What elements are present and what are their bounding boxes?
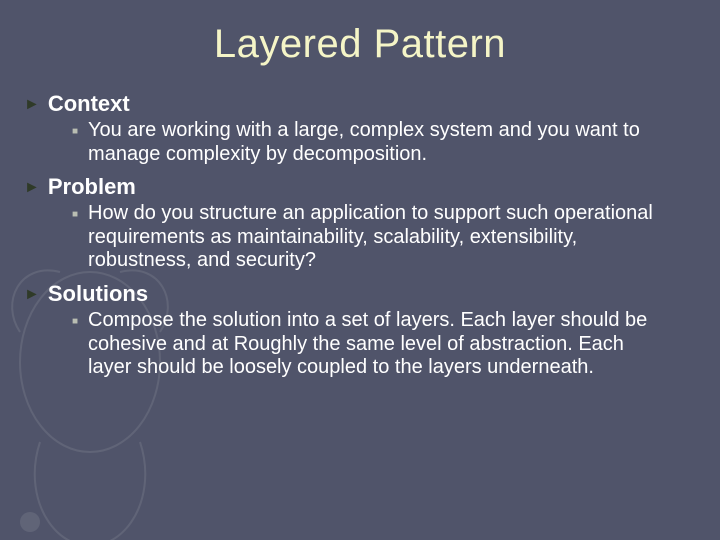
list-item-text: How do you structure an application to s…: [88, 202, 660, 273]
slide-title: Layered Pattern: [0, 22, 720, 67]
list-item-text: You are working with a large, complex sy…: [88, 119, 660, 166]
section-context: ► Context: [24, 91, 696, 117]
triangle-bullet-icon: ►: [24, 97, 40, 113]
section-label: Context: [48, 91, 130, 117]
list-item: ■ You are working with a large, complex …: [24, 119, 696, 166]
square-bullet-icon: ■: [72, 127, 78, 137]
square-bullet-icon: ■: [72, 317, 78, 327]
triangle-bullet-icon: ►: [24, 180, 40, 196]
section-problem: ► Problem: [24, 174, 696, 200]
section-label: Solutions: [48, 281, 148, 307]
list-item-text: Compose the solution into a set of layer…: [88, 309, 660, 380]
slide-content: ► Context ■ You are working with a large…: [0, 91, 720, 380]
section-solutions: ► Solutions: [24, 281, 696, 307]
square-bullet-icon: ■: [72, 210, 78, 220]
list-item: ■ Compose the solution into a set of lay…: [24, 309, 696, 380]
triangle-bullet-icon: ►: [24, 287, 40, 303]
list-item: ■ How do you structure an application to…: [24, 202, 696, 273]
section-label: Problem: [48, 174, 136, 200]
